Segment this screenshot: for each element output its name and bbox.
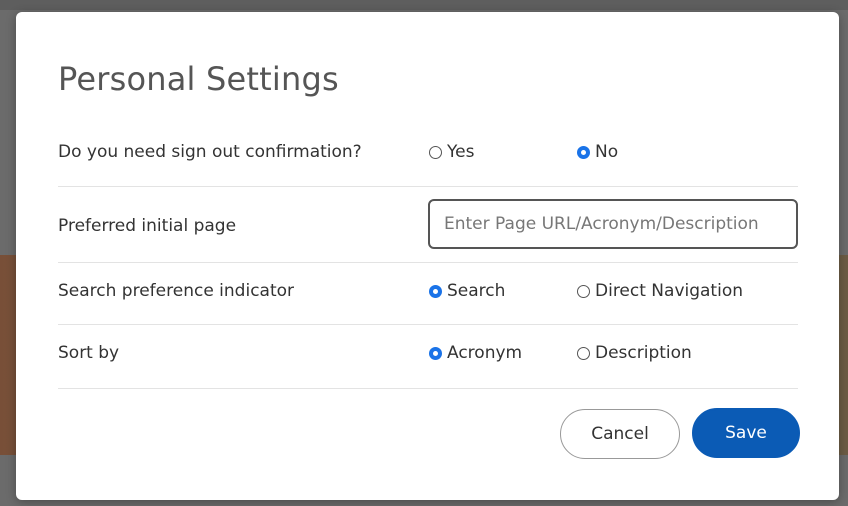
radio-option-no[interactable]: No: [577, 142, 618, 162]
radio-label-acronym: Acronym: [447, 343, 523, 363]
radio-option-search[interactable]: Search: [429, 281, 505, 301]
radio-option-acronym[interactable]: Acronym: [429, 343, 522, 363]
personal-settings-modal: Personal Settings Do you need sign out c…: [16, 12, 839, 500]
save-button[interactable]: Save: [692, 408, 800, 458]
radio-label-description: Description: [595, 343, 692, 363]
row-sort-by: Sort by Acronym Description: [58, 324, 798, 389]
modal-title: Personal Settings: [58, 60, 339, 98]
radio-acronym-checked[interactable]: [429, 346, 442, 360]
background-top-bar: [0, 0, 848, 10]
radio-search-checked[interactable]: [429, 284, 442, 298]
row-search-preference: Search preference indicator Search Direc…: [58, 262, 798, 325]
radio-label-direct-navigation: Direct Navigation: [595, 281, 743, 301]
radio-label-search: Search: [447, 281, 506, 301]
row-label-sort-by: Sort by: [58, 343, 120, 363]
cancel-button[interactable]: Cancel: [560, 409, 680, 459]
radio-no-checked[interactable]: [577, 145, 590, 159]
radio-yes-unchecked[interactable]: [429, 145, 442, 159]
row-preferred-initial-page: Preferred initial page: [58, 186, 798, 263]
radio-direct-navigation-unchecked[interactable]: [577, 284, 590, 298]
radio-option-direct-navigation[interactable]: Direct Navigation: [577, 281, 743, 301]
radio-description-unchecked[interactable]: [577, 346, 590, 360]
row-label-signout: Do you need sign out confirmation?: [58, 142, 362, 162]
radio-option-description[interactable]: Description: [577, 343, 692, 363]
initial-page-input[interactable]: [428, 199, 798, 249]
radio-label-yes: Yes: [447, 142, 475, 162]
row-label-search-preference: Search preference indicator: [58, 281, 295, 301]
row-signout-confirmation: Do you need sign out confirmation? Yes N…: [58, 120, 798, 187]
row-label-initial-page: Preferred initial page: [58, 216, 237, 236]
radio-label-no: No: [595, 142, 619, 162]
radio-option-yes[interactable]: Yes: [429, 142, 474, 162]
